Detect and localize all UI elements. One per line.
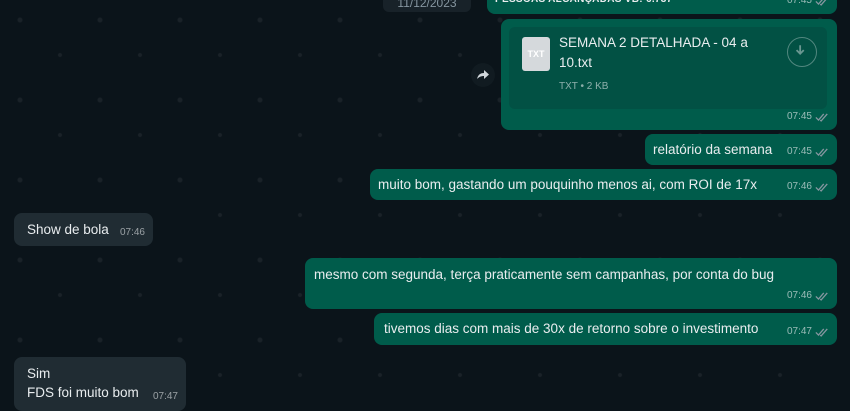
message-meta: 07:45 xyxy=(787,0,829,10)
message-time: 07:46 xyxy=(786,290,812,301)
message-bubble-outgoing[interactable]: PESSOAS ALCANÇADAS VB: 6.737 07:45 xyxy=(487,0,837,14)
message-bubble-outgoing[interactable]: relatório da semana 07:45 xyxy=(645,134,837,165)
message-meta: 07:47 xyxy=(787,322,829,341)
txt-file-icon: TXT xyxy=(522,37,550,71)
double-check-icon xyxy=(815,148,828,157)
double-check-icon xyxy=(815,0,826,6)
message-text: PESSOAS ALCANÇADAS VB: 6.737 xyxy=(495,0,673,9)
message-time: 07:45 xyxy=(786,0,812,6)
date-separator: 11/12/2023 xyxy=(383,0,471,12)
message-text: relatório da semana xyxy=(653,142,773,157)
message-text: Show de bola xyxy=(27,222,109,237)
message-bubble-incoming[interactable]: Sim FDS foi muito bom 07:47 xyxy=(14,357,186,411)
message-text-line: FDS foi muito bom xyxy=(27,385,139,400)
message-bubble-incoming[interactable]: Show de bola 07:46 xyxy=(14,213,153,246)
message-time: 07:45 xyxy=(786,111,812,122)
message-meta: 07:47 xyxy=(153,387,178,406)
double-check-icon xyxy=(815,328,828,337)
forward-button[interactable] xyxy=(471,63,495,87)
double-check-icon xyxy=(815,183,828,192)
message-meta: 07:46 xyxy=(787,177,829,196)
message-text: tivemos dias com mais de 30x de retorno … xyxy=(384,321,759,336)
message-bubble-file[interactable]: TXT SEMANA 2 DETALHADA - 04 a 10.txt TXT… xyxy=(501,19,837,130)
double-check-icon xyxy=(815,292,828,301)
message-meta: 07:45 xyxy=(787,107,829,126)
message-text-line: Sim xyxy=(27,366,51,381)
message-time: 07:47 xyxy=(152,391,178,402)
double-check-icon xyxy=(815,113,828,122)
file-attachment[interactable]: TXT SEMANA 2 DETALHADA - 04 a 10.txt TXT… xyxy=(509,27,827,109)
file-name: SEMANA 2 DETALHADA - 04 a 10.txt xyxy=(559,35,748,70)
message-bubble-outgoing[interactable]: mesmo com segunda, terça praticamente se… xyxy=(305,258,837,309)
message-text: muito bom, gastando um pouquinho menos a… xyxy=(378,177,757,192)
message-time: 07:47 xyxy=(786,326,812,337)
message-time: 07:46 xyxy=(786,181,812,192)
message-text: mesmo com segunda, terça praticamente se… xyxy=(314,267,774,282)
message-bubble-outgoing[interactable]: tivemos dias com mais de 30x de retorno … xyxy=(374,313,837,345)
message-meta: 07:45 xyxy=(787,142,829,161)
message-time: 07:45 xyxy=(786,146,812,157)
message-meta: 07:46 xyxy=(787,286,829,305)
message-time: 07:46 xyxy=(119,227,145,238)
forward-arrow-icon xyxy=(477,70,489,79)
download-arrow-icon xyxy=(795,45,805,56)
download-button[interactable] xyxy=(787,37,817,67)
file-meta: TXT • 2 KB xyxy=(559,81,609,92)
message-bubble-outgoing[interactable]: muito bom, gastando um pouquinho menos a… xyxy=(370,169,837,200)
message-meta: 07:46 xyxy=(120,223,145,242)
